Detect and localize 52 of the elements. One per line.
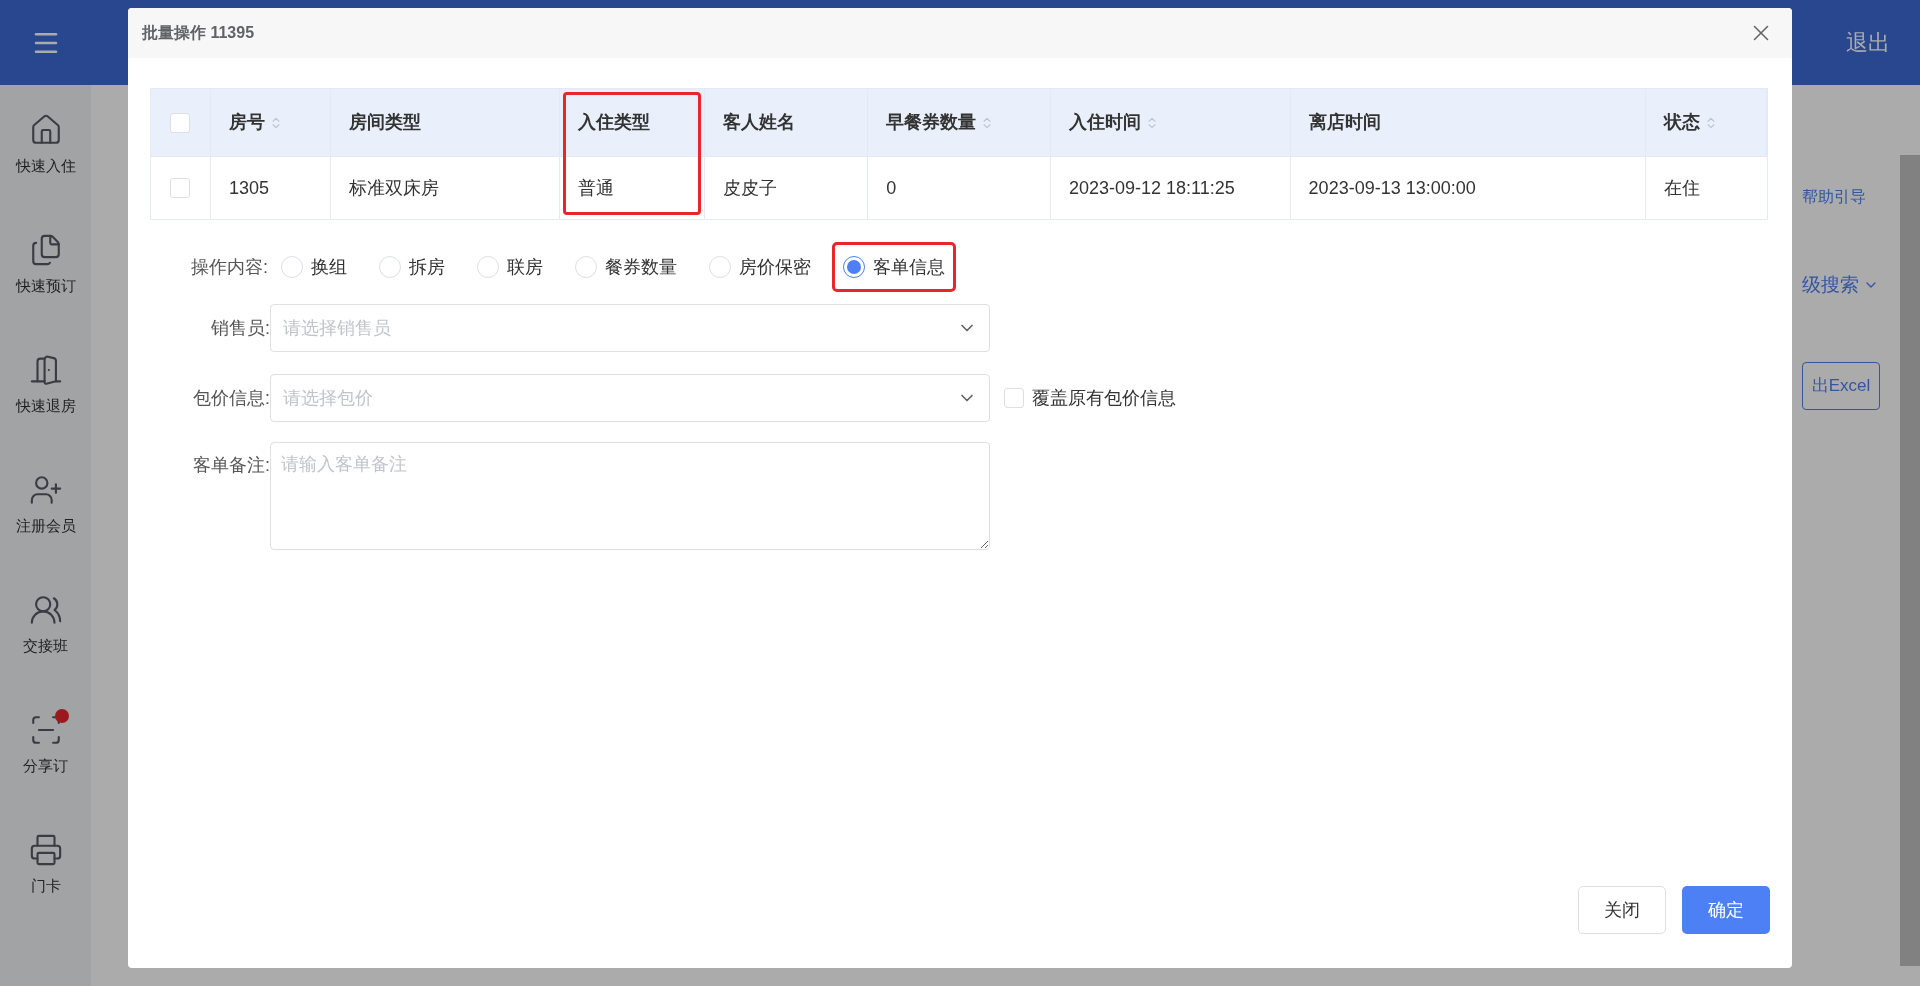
sidebar-label: 注册会员	[15, 515, 76, 536]
form-label: 销售员:	[210, 316, 270, 340]
radio-option[interactable]: 客单信息	[832, 242, 956, 292]
sidebar-item[interactable]: 交接班	[0, 565, 91, 685]
table-cell: 1305	[210, 157, 331, 219]
dialog-title: 批量操作 11395	[142, 23, 255, 43]
column-header: 客人姓名	[723, 111, 796, 134]
sidebar-item[interactable]: 快速入住	[0, 85, 91, 205]
table-cell: 皮皮子	[705, 157, 869, 219]
form-label: 操作内容:	[190, 255, 269, 279]
column-header: 房间类型	[348, 111, 421, 134]
logout-link[interactable]: 退出	[1846, 26, 1890, 59]
radio-option[interactable]: 换组	[270, 242, 358, 292]
form-label: 包价信息:	[192, 386, 270, 410]
checkbox[interactable]	[170, 112, 191, 133]
sidebar-label: 分享订	[23, 755, 68, 776]
radio-option[interactable]: 房价保密	[698, 242, 822, 292]
column-header: 离店时间	[1308, 111, 1381, 134]
note-field[interactable]: 请输入客单备注	[270, 442, 990, 550]
table-cell: 标准双床房	[330, 157, 561, 219]
radio-option[interactable]: 拆房	[368, 242, 456, 292]
radio-button[interactable]	[843, 256, 865, 278]
form-label: 客单备注:	[192, 454, 270, 477]
checkbox[interactable]	[170, 178, 191, 198]
sidebar-label: 门卡	[30, 875, 61, 896]
table-cell: 2023-09-12 18:11:25	[1050, 157, 1291, 219]
sidebar-item[interactable]: 注册会员	[0, 445, 91, 565]
checkbox[interactable]	[1004, 388, 1024, 408]
column-header: 入住时间	[1068, 111, 1141, 134]
sidebar-label: 交接班	[23, 635, 68, 656]
checkbox-label: 覆盖原有包价信息	[1032, 386, 1176, 410]
table-cell: 2023-09-13 13:00:00	[1290, 157, 1647, 219]
close-button[interactable]: 关闭	[1578, 886, 1666, 934]
table-cell: 0	[868, 157, 1051, 219]
menu-toggle[interactable]	[0, 0, 91, 85]
printer-icon	[28, 832, 63, 867]
sidebar-item[interactable]: 快速预订	[0, 205, 91, 325]
sidebar-label: 快速入住	[15, 155, 76, 176]
column-header: 入住类型	[578, 111, 651, 134]
radio-option[interactable]: 餐券数量	[564, 242, 688, 292]
sidebar-item[interactable]: 分享订	[0, 685, 91, 805]
column-header: 状态	[1664, 111, 1701, 134]
sidebar-item[interactable]: 门卡	[0, 805, 91, 925]
sidebar-item[interactable]: 快速退房	[0, 325, 91, 445]
column-header: 房号	[228, 111, 265, 134]
table-cell: 普通	[560, 157, 706, 219]
sidebar-label: 快速预订	[15, 275, 76, 296]
confirm-button[interactable]: 确定	[1682, 886, 1770, 934]
column-header: 早餐券数量	[886, 111, 977, 134]
radio-option[interactable]: 联房	[466, 242, 554, 292]
sidebar-label: 快速退房	[15, 395, 76, 416]
table-cell-text: 在住	[1663, 176, 1702, 200]
